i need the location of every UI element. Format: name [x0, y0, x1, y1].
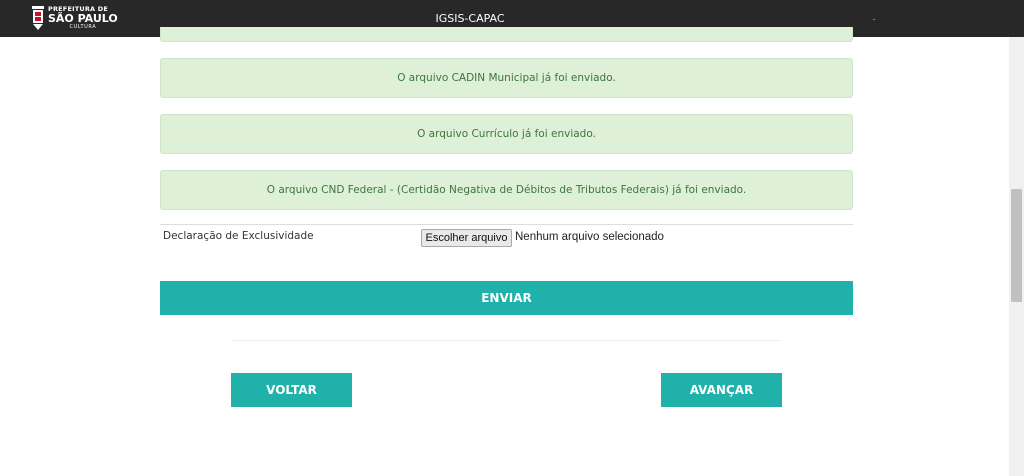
- file-status-text: Nenhum arquivo selecionado: [515, 231, 664, 243]
- next-button[interactable]: AVANÇAR: [661, 373, 782, 407]
- alert-partial-top: [160, 27, 853, 42]
- alert-cadin: O arquivo CADIN Municipal já foi enviado…: [160, 58, 853, 98]
- section-divider: [232, 340, 781, 341]
- logo-line3: CULTURA: [69, 24, 97, 31]
- alert-curriculo: O arquivo Currículo já foi enviado.: [160, 114, 853, 154]
- upload-divider: [160, 224, 853, 225]
- page-scrollbar[interactable]: [1009, 37, 1024, 476]
- back-button[interactable]: VOLTAR: [231, 373, 352, 407]
- alert-cnd-federal: O arquivo CND Federal - (Certidão Negati…: [160, 170, 853, 210]
- choose-file-button[interactable]: Escolher arquivo: [421, 229, 512, 247]
- scrollbar-thumb[interactable]: [1011, 189, 1022, 302]
- upload-label: Declaração de Exclusividade: [163, 230, 314, 242]
- send-button[interactable]: ENVIAR: [160, 281, 853, 315]
- app-title: IGSIS-CAPAC: [435, 12, 505, 25]
- header-dot: [873, 19, 875, 20]
- sao-paulo-crest-icon: [32, 6, 44, 30]
- prefeitura-logo[interactable]: PREFEITURA DE SÃO PAULO CULTURA: [31, 4, 118, 32]
- logo-line2: SÃO PAULO: [48, 12, 118, 26]
